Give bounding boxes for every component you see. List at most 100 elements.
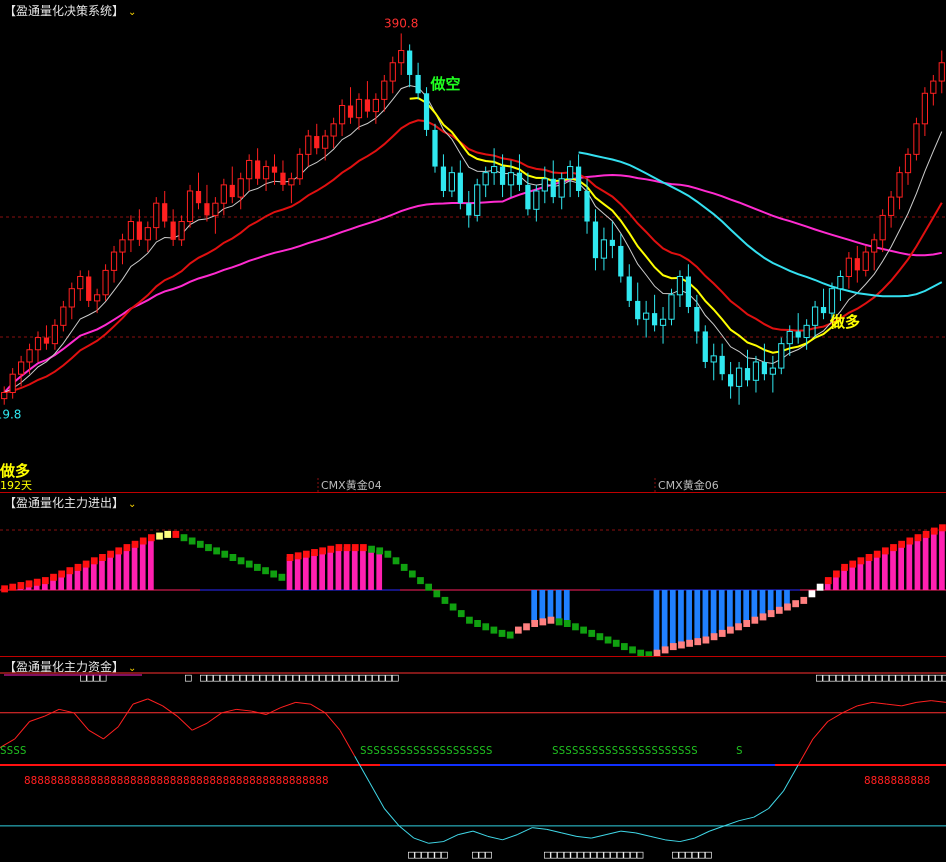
flow-bar-chart — [0, 524, 946, 656]
flow-bar — [751, 590, 758, 620]
fund-line-segment — [738, 816, 754, 822]
candle-body — [17, 361, 25, 375]
fund-line-segment — [576, 835, 592, 839]
bottom-marker-row: □□□ — [472, 848, 492, 861]
fund-line-segment — [517, 827, 533, 836]
chevron-down-icon[interactable]: ⌄ — [128, 499, 136, 510]
fund-line-segment — [753, 808, 769, 818]
fund-line-segment — [162, 705, 178, 717]
candle-body — [609, 239, 615, 246]
candle-body — [389, 62, 396, 82]
candle-body — [550, 178, 556, 198]
candle-body — [314, 136, 320, 149]
main-chart-panel[interactable]: 【盈通量化决策系统】⌄ 390.8319.8做空做多做多192天CMX黄金04C… — [0, 0, 946, 493]
flow-marker — [588, 629, 596, 637]
fund-panel-title-text: 【盈通量化主力资金】 — [4, 660, 125, 674]
flow-bar — [881, 550, 888, 590]
flow-bar — [743, 590, 750, 623]
fund-line-segment — [620, 830, 636, 834]
candle-body — [372, 98, 379, 113]
flow-marker — [156, 532, 163, 540]
flow-marker — [425, 583, 433, 591]
flow-bar — [343, 547, 350, 590]
flow-bar — [898, 543, 905, 590]
flow-bar — [930, 530, 937, 590]
long-signal-left-label: 做多 — [0, 462, 30, 480]
candle-body — [229, 184, 235, 198]
flow-bar — [99, 557, 105, 590]
fund-line-segment — [117, 703, 134, 727]
candle-body — [727, 374, 734, 387]
fund-line-segment — [59, 708, 75, 714]
fund-line-segment — [812, 721, 829, 740]
candle-body — [448, 172, 456, 192]
flow-bar — [139, 540, 146, 590]
flow-chart-panel[interactable]: 【盈通量化主力进出】 ⌄ — [0, 492, 946, 657]
flow-bar — [319, 550, 325, 590]
candle-body — [466, 203, 472, 216]
candle-body — [440, 166, 447, 191]
flow-marker — [629, 646, 636, 654]
flow-marker — [678, 641, 685, 649]
candle-body — [68, 288, 75, 308]
flow-marker — [523, 623, 530, 631]
flow-marker — [898, 540, 906, 548]
flow-marker — [441, 596, 449, 604]
fund-line-segment — [931, 700, 946, 703]
flow-marker — [131, 540, 139, 548]
flow-bar — [727, 590, 733, 630]
candle-body — [651, 313, 658, 326]
candle-body — [879, 214, 886, 241]
fund-chart-panel[interactable]: 【盈通量化主力资金】 ⌄ □□□□ □ □□□□□□□□□□□□□□□□□□□□□□□… — [0, 656, 946, 862]
candle-body — [820, 307, 827, 314]
chevron-down-icon[interactable]: ⌄ — [128, 663, 136, 674]
fund-line-segment — [768, 790, 784, 809]
candle-body — [153, 202, 160, 229]
flow-marker — [498, 629, 506, 637]
top-marker-row: □□□□□□□□□□□□□□□□□□□□□□□□□□ — [816, 671, 946, 684]
candle-body — [136, 221, 142, 240]
candle-body — [516, 172, 523, 185]
flow-bar — [767, 590, 774, 614]
period-label: 192天 — [0, 479, 32, 492]
flow-marker — [17, 582, 25, 590]
candle-body — [795, 331, 801, 338]
flow-bar — [939, 527, 945, 590]
candle-body — [575, 166, 582, 191]
main-panel-title[interactable]: 【盈通量化决策系统】 ⌄ — [4, 2, 136, 19]
flow-bar — [115, 550, 122, 590]
fund-line-segment — [103, 726, 119, 740]
candle-body — [778, 343, 785, 369]
candle-body — [355, 98, 363, 119]
candle-body — [482, 172, 489, 186]
flow-marker — [555, 618, 563, 626]
candle-body — [102, 269, 109, 296]
flow-panel-title[interactable]: 【盈通量化主力进出】 ⌄ — [4, 494, 136, 511]
flow-marker — [311, 549, 318, 557]
chevron-down-icon[interactable]: ⌄ — [128, 7, 136, 18]
flow-bar — [531, 590, 538, 623]
top-marker-row: □ — [185, 671, 192, 684]
flow-marker — [596, 633, 604, 641]
flow-bar — [890, 547, 896, 590]
candle-body — [162, 203, 168, 222]
flow-marker — [107, 550, 114, 558]
flow-marker — [417, 577, 424, 585]
candle-body — [288, 178, 295, 186]
flow-marker — [767, 610, 775, 618]
fund-line-segment — [398, 825, 415, 839]
flow-marker — [686, 639, 693, 647]
fund-line-segment — [369, 782, 385, 809]
flow-marker — [514, 626, 522, 634]
flow-marker — [180, 534, 188, 542]
flow-marker — [604, 636, 612, 644]
flow-marker — [922, 530, 930, 538]
fund-line-segment — [132, 698, 148, 705]
candle-body — [280, 172, 286, 185]
flow-marker — [41, 577, 49, 585]
stock-chart-window: 【盈通量化决策系统】⌄ 390.8319.8做空做多做多192天CMX黄金04C… — [0, 0, 946, 862]
flow-marker — [1, 585, 8, 593]
fund-panel-title[interactable]: 【盈通量化主力资金】 ⌄ — [4, 658, 136, 675]
candle-body — [786, 330, 793, 345]
flow-marker — [335, 544, 343, 552]
